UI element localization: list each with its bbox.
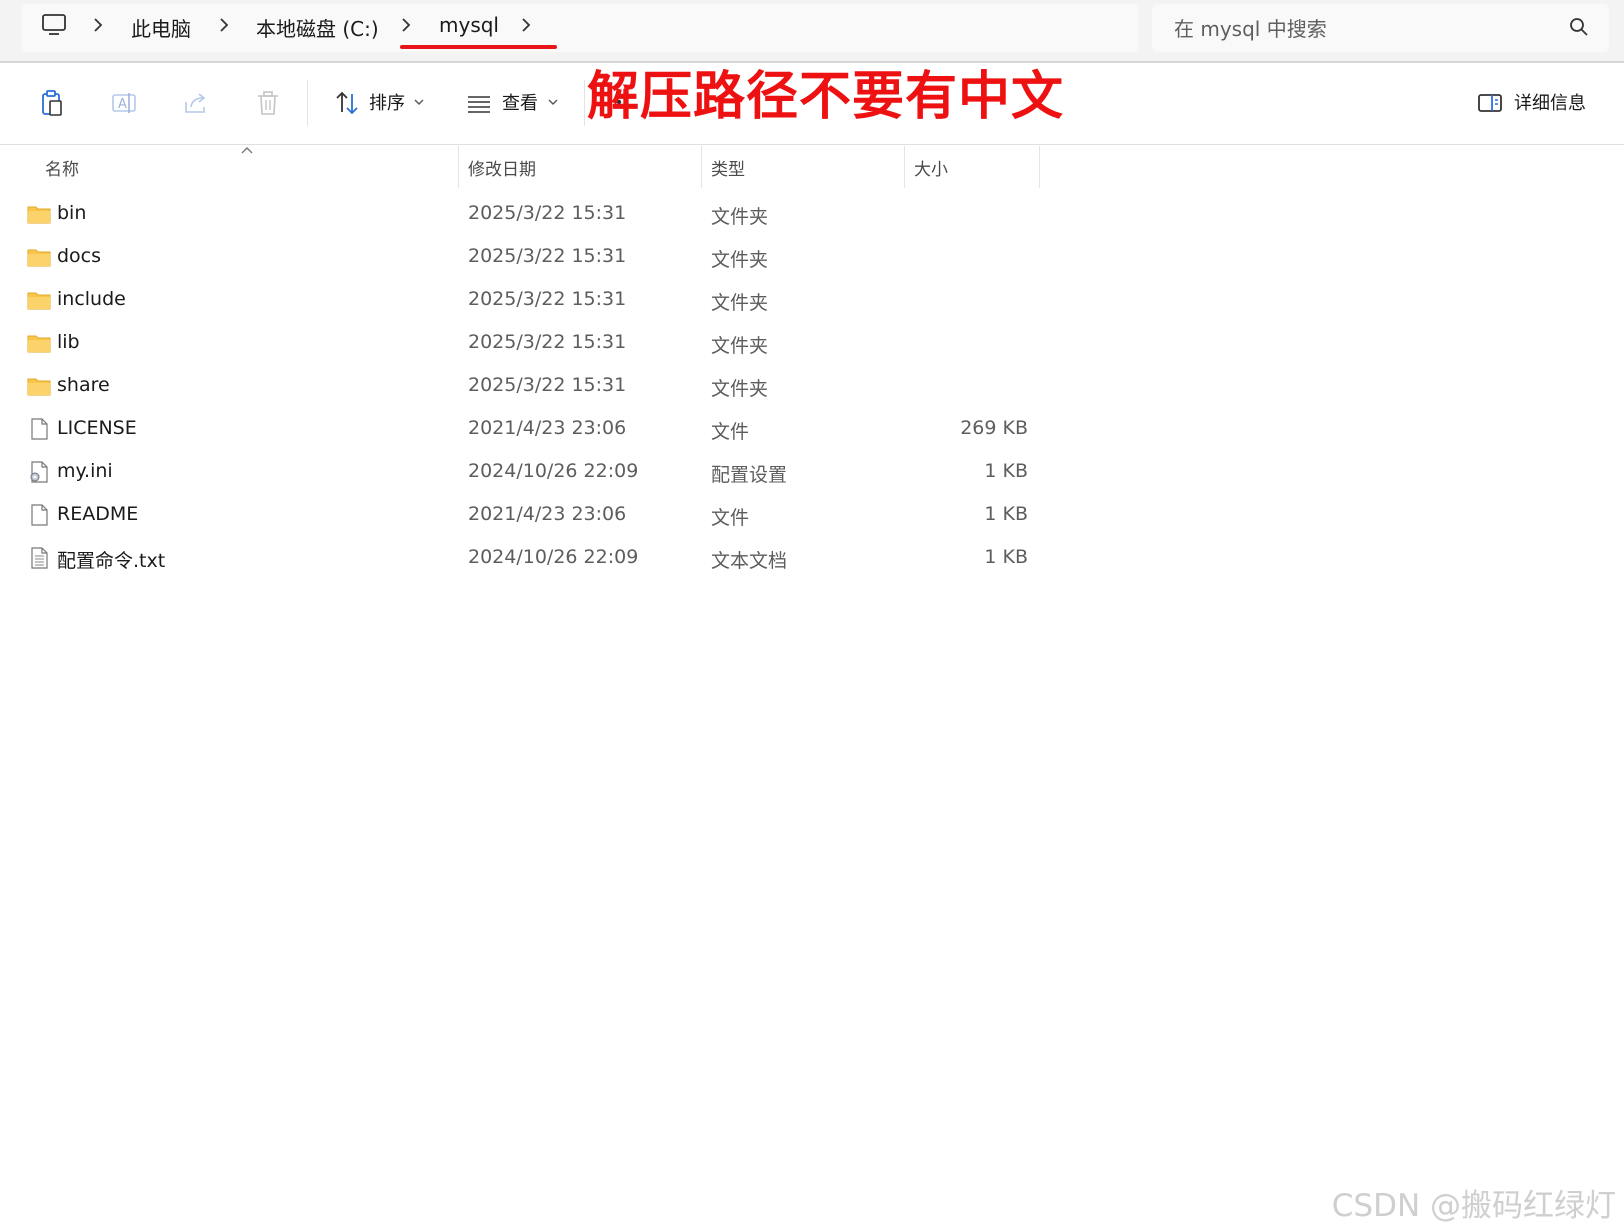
- watermark: CSDN @搬码红绿灯: [1331, 1188, 1616, 1224]
- file-name: 配置命令.txt: [57, 550, 166, 572]
- command-bar: A 排序 查看 解压路径不要有中文 详细信息: [0, 63, 1624, 145]
- sort-icon[interactable]: [332, 88, 362, 118]
- list-item[interactable]: 配置命令.txt 2024/10/26 22:09 文本文档 1 KB: [0, 538, 1040, 578]
- column-header-name[interactable]: 名称: [45, 155, 79, 180]
- list-item[interactable]: docs 2025/3/22 15:31 文件夹: [0, 237, 1040, 277]
- annotation-text: 解压路径不要有中文: [587, 67, 1065, 127]
- file-size: 269 KB: [960, 417, 1028, 439]
- file-size: 1 KB: [984, 503, 1028, 525]
- chevron-down-icon[interactable]: [413, 98, 425, 106]
- list-item[interactable]: LICENSE 2021/4/23 23:06 文件 269 KB: [0, 409, 1040, 449]
- file-name: lib: [57, 331, 80, 353]
- list-item[interactable]: lib 2025/3/22 15:31 文件夹: [0, 323, 1040, 363]
- column-divider[interactable]: [701, 146, 702, 188]
- file-date: 2025/3/22 15:31: [468, 245, 627, 267]
- column-header-date[interactable]: 修改日期: [468, 155, 536, 180]
- breadcrumb-chevron-icon[interactable]: [517, 16, 535, 34]
- file-type: 配置设置: [711, 464, 788, 486]
- config-file-icon: [30, 461, 48, 483]
- column-header-type[interactable]: 类型: [711, 155, 745, 180]
- file-date: 2024/10/26 22:09: [468, 460, 639, 482]
- file-type: 文本文档: [711, 550, 788, 572]
- share-icon[interactable]: [181, 88, 211, 118]
- file-date: 2025/3/22 15:31: [468, 374, 627, 396]
- breadcrumb-chevron-icon[interactable]: [397, 16, 415, 34]
- folder-icon: [27, 292, 51, 310]
- list-item[interactable]: share 2025/3/22 15:31 文件夹: [0, 366, 1040, 406]
- address-bar-strip: 此电脑 本地磁盘 (C:) mysql 在 mysql 中搜索: [0, 0, 1624, 63]
- file-type: 文件: [711, 507, 750, 529]
- file-date: 2025/3/22 15:31: [468, 202, 627, 224]
- search-input[interactable]: 在 mysql 中搜索: [1174, 13, 1327, 42]
- details-button[interactable]: 详细信息: [1514, 89, 1586, 115]
- delete-icon[interactable]: [253, 88, 283, 118]
- folder-icon: [27, 335, 51, 353]
- svg-text:A: A: [118, 97, 127, 112]
- file-type: 文件夹: [711, 292, 769, 314]
- search-icon[interactable]: [1569, 17, 1589, 37]
- file-name: my.ini: [57, 460, 113, 482]
- this-pc-icon[interactable]: [41, 13, 67, 37]
- file-name: LICENSE: [57, 417, 137, 439]
- file-date: 2021/4/23 23:06: [468, 417, 627, 439]
- toolbar-separator: [584, 80, 585, 126]
- breadcrumb-mysql[interactable]: mysql: [439, 13, 499, 37]
- folder-icon: [27, 206, 51, 224]
- file-date: 2021/4/23 23:06: [468, 503, 627, 525]
- sort-ascending-caret-icon: [241, 147, 253, 154]
- file-type: 文件夹: [711, 249, 769, 271]
- file-type: 文件: [711, 421, 750, 443]
- file-name: include: [57, 288, 126, 310]
- file-name: share: [57, 374, 110, 396]
- paste-icon[interactable]: [37, 88, 67, 118]
- breadcrumb-chevron-icon[interactable]: [215, 16, 233, 34]
- file-size: 1 KB: [984, 546, 1028, 568]
- file-icon: [31, 504, 48, 526]
- file-icon: [31, 418, 48, 440]
- list-item[interactable]: include 2025/3/22 15:31 文件夹: [0, 280, 1040, 320]
- details-pane-icon[interactable]: [1477, 90, 1503, 116]
- column-header-size[interactable]: 大小: [914, 155, 948, 180]
- chevron-down-icon[interactable]: [547, 98, 559, 106]
- toolbar-separator: [307, 80, 308, 126]
- list-item[interactable]: README 2021/4/23 23:06 文件 1 KB: [0, 495, 1040, 535]
- column-divider[interactable]: [1039, 146, 1040, 188]
- sort-button[interactable]: 排序: [369, 89, 405, 115]
- file-size: 1 KB: [984, 460, 1028, 482]
- list-item[interactable]: my.ini 2024/10/26 22:09 配置设置 1 KB: [0, 452, 1040, 492]
- file-type: 文件夹: [711, 378, 769, 400]
- file-date: 2025/3/22 15:31: [468, 288, 627, 310]
- text-file-icon: [31, 547, 48, 569]
- red-underline-annotation: [400, 45, 557, 49]
- folder-icon: [27, 249, 51, 267]
- file-date: 2024/10/26 22:09: [468, 546, 639, 568]
- rename-icon[interactable]: A: [109, 88, 139, 118]
- view-button[interactable]: 查看: [502, 89, 538, 115]
- file-type: 文件夹: [711, 335, 769, 357]
- file-name: bin: [57, 202, 87, 224]
- view-icon[interactable]: [464, 88, 494, 118]
- file-name: README: [57, 503, 139, 525]
- list-item[interactable]: bin 2025/3/22 15:31 文件夹: [0, 194, 1040, 234]
- breadcrumb-chevron-icon[interactable]: [89, 16, 107, 34]
- breadcrumb-local-disk-c[interactable]: 本地磁盘 (C:): [256, 13, 379, 42]
- file-type: 文件夹: [711, 206, 769, 228]
- file-name: docs: [57, 245, 102, 267]
- folder-icon: [27, 378, 51, 396]
- column-divider[interactable]: [904, 146, 905, 188]
- column-divider[interactable]: [458, 146, 459, 188]
- file-date: 2025/3/22 15:31: [468, 331, 627, 353]
- breadcrumb-this-pc[interactable]: 此电脑: [131, 13, 191, 42]
